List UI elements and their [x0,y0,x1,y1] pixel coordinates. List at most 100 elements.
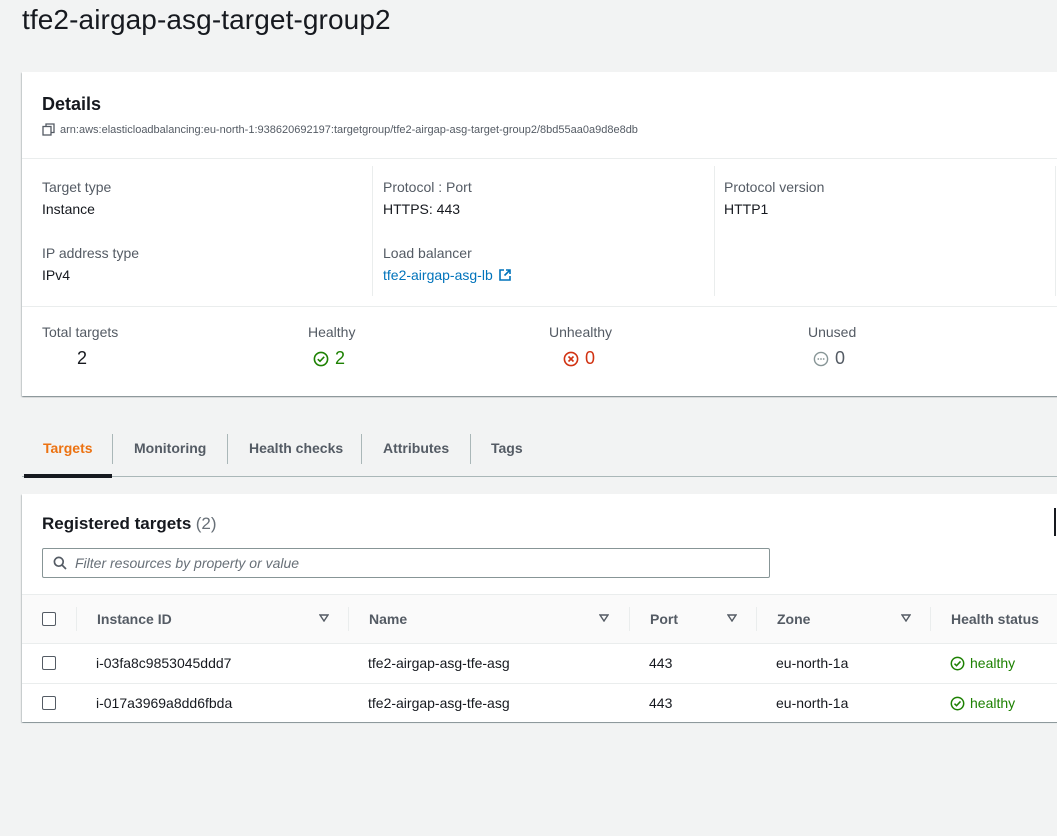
load-balancer-value: tfe2-airgap-asg-lb [383,267,512,283]
details-panel: Details arn:aws:elasticloadbalancing:eu-… [22,72,1057,396]
tab-separator [361,434,362,464]
stats-divider [22,306,1057,307]
registered-targets-heading: Registered targets [42,514,192,533]
column-header-zone[interactable]: Zone [777,611,810,627]
details-divider [22,158,1057,159]
protocol-version-field: Protocol version HTTP1 [724,179,824,217]
unhealthy-stat: Unhealthy 0 [549,324,612,369]
unhealthy-value-row[interactable]: 0 [549,348,612,369]
healthy-stat: Healthy 2 [308,324,355,369]
select-all-checkbox[interactable] [42,612,56,626]
instance-id-link[interactable]: i-017a3969a8dd6fbda [96,695,232,711]
protocol-label: Protocol : Port [383,179,472,195]
total-targets-value: 2 [77,348,88,368]
ip-type-value: IPv4 [42,267,71,283]
health-status-text: healthy [970,695,1016,711]
column-divider [1055,166,1056,296]
column-header-instance-id[interactable]: Instance ID [97,611,172,627]
check-circle-icon [313,351,335,367]
instance-id-link[interactable]: i-03fa8c9853045ddd7 [96,655,231,671]
check-circle-icon [950,656,970,671]
details-heading: Details [42,94,102,114]
healthy-value: 2 [335,348,346,368]
healthy-value-row[interactable]: 2 [308,348,355,369]
registered-targets-header: Registered targets (2) [42,514,217,534]
tab-bar: Targets Monitoring Health checks Attribu… [22,424,1057,478]
target-type-value: Instance [42,201,95,217]
protocol-version-value: HTTP1 [724,201,769,217]
arn-row: arn:aws:elasticloadbalancing:eu-north-1:… [42,123,638,136]
table-header: Instance ID Name Port Zone Health status [22,594,1057,644]
tab-monitoring[interactable]: Monitoring [134,424,206,476]
copy-icon[interactable] [42,123,55,136]
target-zone: eu-north-1a [776,655,849,671]
column-separator [756,607,757,631]
target-port: 443 [649,695,673,711]
unhealthy-value: 0 [585,348,596,368]
row-checkbox[interactable] [42,696,56,710]
registered-targets-panel: Registered targets (2) Instance ID Name … [22,494,1057,724]
health-status: healthy [950,695,1015,711]
tab-separator [227,434,228,464]
column-header-port[interactable]: Port [650,611,678,627]
filter-search-box[interactable] [42,548,770,578]
unused-stat: Unused 0 [808,324,856,369]
x-circle-icon [563,351,585,367]
external-link-icon[interactable] [498,268,512,282]
table-row[interactable]: i-03fa8c9853045ddd7 tfe2-airgap-asg-tfe-… [22,643,1057,684]
panel-action-edge [1054,508,1056,536]
dots-circle-icon [813,351,835,367]
unhealthy-label: Unhealthy [549,324,613,340]
check-circle-icon [950,696,970,711]
column-divider [372,166,373,296]
tab-targets[interactable]: Targets [43,424,93,476]
ip-type-label: IP address type [42,245,140,261]
column-divider [714,166,715,296]
unused-value-row[interactable]: 0 [808,348,856,369]
table-row[interactable]: i-017a3969a8dd6fbda tfe2-airgap-asg-tfe-… [22,683,1057,724]
page-title: tfe2-airgap-asg-target-group2 [22,4,391,35]
search-icon [53,556,67,570]
unused-label: Unused [808,324,857,340]
sort-caret-icon[interactable] [901,614,911,622]
sort-caret-icon[interactable] [599,614,609,622]
unused-value: 0 [835,348,846,368]
target-zone: eu-north-1a [776,695,849,711]
tab-active-indicator [24,474,112,478]
tab-separator [470,434,471,464]
row-checkbox[interactable] [42,656,56,670]
registered-targets-count: (2) [195,514,217,533]
ip-type-field: IP address type IPv4 [42,245,139,283]
column-separator [930,607,931,631]
protocol-value: HTTPS: 443 [383,201,461,217]
column-separator [76,607,77,631]
arn-text: arn:aws:elasticloadbalancing:eu-north-1:… [60,123,638,136]
health-status: healthy [950,655,1015,671]
details-header: Details arn:aws:elasticloadbalancing:eu-… [42,94,638,136]
sort-caret-icon[interactable] [319,614,329,622]
protocol-version-label: Protocol version [724,179,825,195]
target-type-label: Target type [42,179,112,195]
target-port: 443 [649,655,673,671]
column-separator [629,607,630,631]
load-balancer-field: Load balancer tfe2-airgap-asg-lb [383,245,512,283]
target-type-field: Target type Instance [42,179,111,217]
load-balancer-link[interactable]: tfe2-airgap-asg-lb [383,267,493,283]
total-targets-stat: Total targets 2 [42,324,118,369]
load-balancer-label: Load balancer [383,245,472,261]
sort-caret-icon[interactable] [727,614,737,622]
tab-separator [112,434,113,464]
healthy-label: Healthy [308,324,356,340]
column-header-health-status[interactable]: Health status [951,611,1039,627]
filter-search-input[interactable] [73,554,757,572]
column-separator [348,607,349,631]
target-name: tfe2-airgap-asg-tfe-asg [368,655,510,671]
tab-health-checks[interactable]: Health checks [249,424,343,476]
protocol-field: Protocol : Port HTTPS: 443 [383,179,472,217]
tab-attributes[interactable]: Attributes [383,424,449,476]
health-status-text: healthy [970,655,1016,671]
total-targets-label: Total targets [42,324,119,340]
tab-tags[interactable]: Tags [491,424,523,476]
target-name: tfe2-airgap-asg-tfe-asg [368,695,510,711]
column-header-name[interactable]: Name [369,611,407,627]
